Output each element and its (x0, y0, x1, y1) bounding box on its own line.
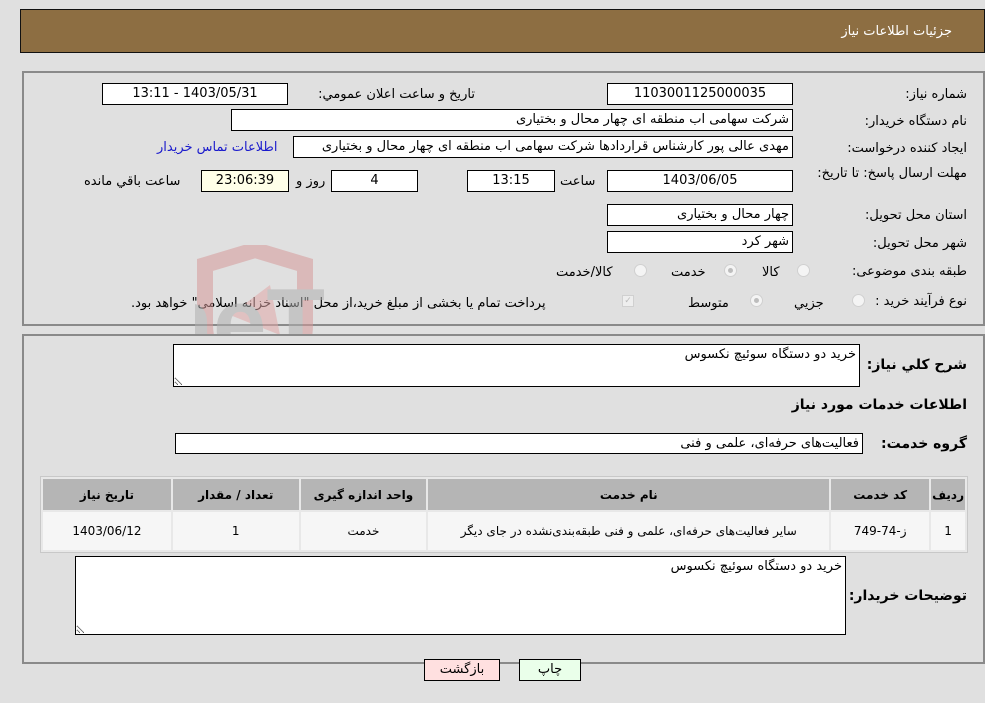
summary-label: شرح کلي نیاز: (866, 357, 967, 373)
col-service-code: کد خدمت (831, 479, 930, 510)
col-row-number: ردیف (931, 479, 965, 510)
process-label: نوع فرآیند خرید : (875, 294, 967, 309)
page-title: جزئیات اطلاعات نیاز (841, 24, 952, 39)
cell-service-name: سایر فعالیت‌های حرفه‌ای، علمی و فنی طبقه… (428, 512, 830, 550)
services-table: ردیف کد خدمت نام خدمت واحد اندازه گیری ت… (40, 476, 968, 553)
back-button[interactable]: بازگشت (424, 659, 500, 681)
buyer-org-label: نام دستگاه خریدار: (864, 114, 967, 129)
announce-label: تاریخ و ساعت اعلان عمومي: (318, 87, 475, 102)
buyer-contact-link[interactable]: اطلاعات تماس خریدار (157, 140, 277, 155)
treasury-note: پرداخت تمام یا بخشی از مبلغ خرید،از محل … (131, 296, 546, 311)
remaining-time-field[interactable]: 23:06:39 (201, 170, 289, 192)
process-option-medium: متوسط (688, 296, 729, 311)
col-service-name: نام خدمت (428, 479, 830, 510)
province-label: استان محل تحویل: (865, 208, 967, 223)
category-radio-goods-service[interactable] (634, 264, 647, 277)
buyer-notes-textarea[interactable]: خرید دو دستگاه سوئیچ نکسوس (75, 556, 846, 635)
deadline-date-field[interactable]: 1403/06/05 (607, 170, 793, 192)
category-label: طبقه بندی موضوعی: (851, 264, 967, 279)
category-radio-service[interactable] (724, 264, 737, 277)
buyer-org-field[interactable]: شرکت سهامی اب منطقه ای چهار محال و بختیا… (231, 109, 793, 131)
creator-field[interactable]: مهدی عالی پور کارشناس قراردادها شرکت سها… (293, 136, 793, 158)
days-remaining-field[interactable]: 4 (331, 170, 418, 192)
col-quantity: تعداد / مقدار (172, 479, 299, 510)
service-group-label: گروه خدمت: (881, 436, 967, 452)
deadline-label: مهلت ارسال پاسخ: تا تاریخ: (817, 166, 967, 181)
need-number-label: شماره نیاز: (905, 87, 967, 102)
treasury-checkbox[interactable]: ✓ (622, 295, 634, 307)
cell-unit: خدمت (300, 512, 427, 550)
announce-datetime-field[interactable]: 1403/05/31 - 13:11 (102, 83, 288, 105)
need-number-field[interactable]: 1103001125000035 (607, 83, 793, 105)
col-unit: واحد اندازه گیری (300, 479, 427, 510)
buyer-notes-label: توضیحات خریدار: (848, 588, 967, 604)
services-heading: اطلاعات خدمات مورد نیاز (791, 397, 967, 413)
table-row: 1 ز-74-749 سایر فعالیت‌های حرفه‌ای، علمی… (43, 512, 965, 550)
category-radio-goods[interactable] (797, 264, 810, 277)
process-radio-minor[interactable] (852, 294, 865, 307)
deadline-time-field[interactable]: 13:15 (467, 170, 555, 192)
cell-row-number: 1 (931, 512, 965, 550)
process-option-minor: جزيي (794, 296, 824, 311)
category-option-service: خدمت (671, 265, 706, 280)
cell-need-date: 1403/06/12 (43, 512, 171, 550)
remaining-label: ساعت باقي مانده (84, 174, 181, 189)
summary-textarea[interactable]: خرید دو دستگاه سوئیچ نکسوس (173, 344, 860, 387)
category-option-goods-service: کالا/خدمت (556, 265, 613, 280)
service-group-field[interactable]: فعالیت‌های حرفه‌ای، علمی و فنی (175, 433, 863, 454)
province-field[interactable]: چهار محال و بختیاری (607, 204, 793, 226)
page-header: جزئیات اطلاعات نیاز (20, 9, 985, 53)
print-button[interactable]: چاپ (519, 659, 581, 681)
city-label: شهر محل تحویل: (872, 236, 967, 251)
days-label: روز و (296, 174, 326, 189)
cell-service-code: ز-74-749 (831, 512, 930, 550)
deadline-time-label: ساعت (560, 174, 596, 189)
creator-label: ایجاد کننده درخواست: (847, 141, 967, 156)
col-need-date: تاریخ نیاز (43, 479, 171, 510)
process-radio-medium[interactable] (750, 294, 763, 307)
city-field[interactable]: شهر کرد (607, 231, 793, 253)
services-table-header: ردیف کد خدمت نام خدمت واحد اندازه گیری ت… (43, 479, 965, 510)
cell-quantity: 1 (172, 512, 299, 550)
category-option-goods: کالا (762, 265, 780, 280)
